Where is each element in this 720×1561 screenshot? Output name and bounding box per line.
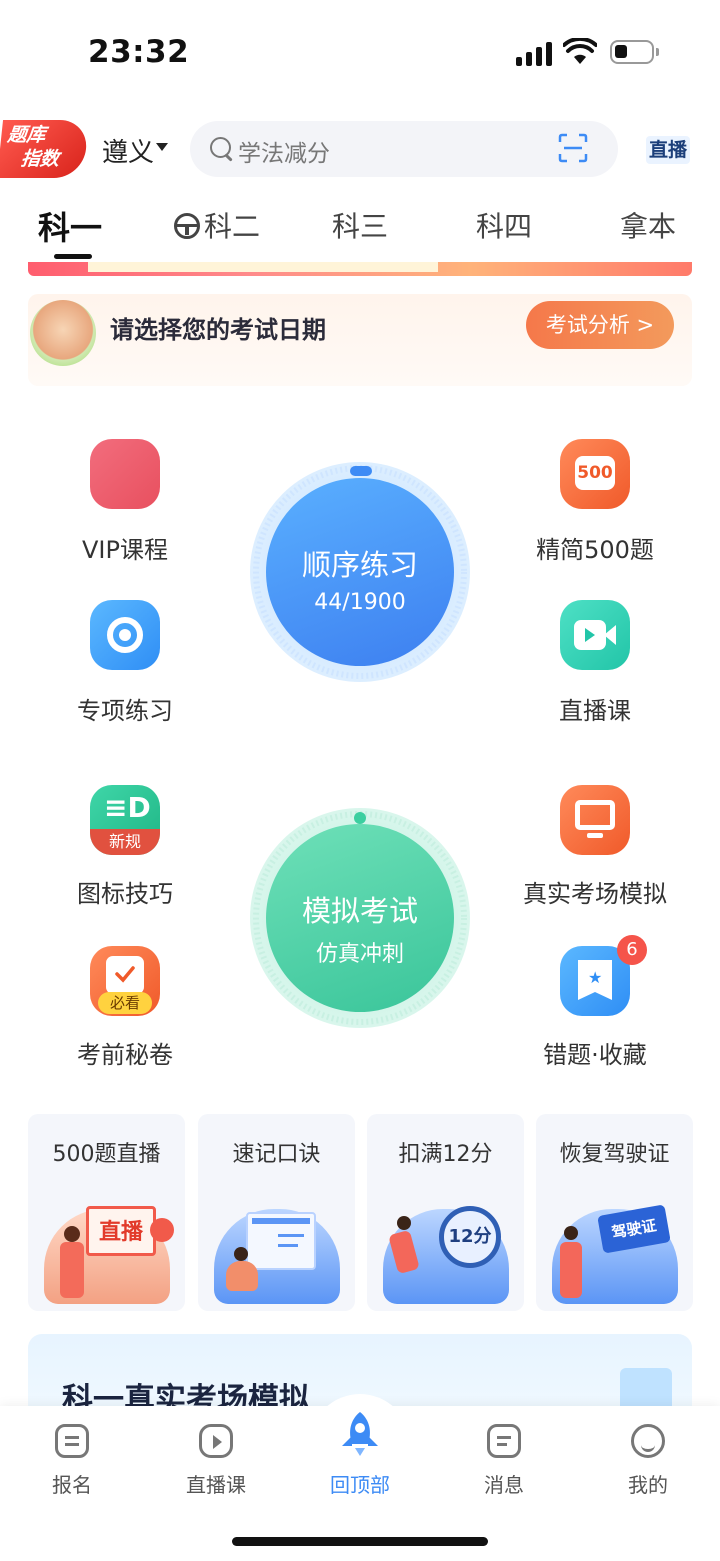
sequential-practice-title: 顺序练习 [301, 548, 418, 582]
tab-ke2[interactable]: 科二 [204, 205, 260, 245]
tab-ke3[interactable]: 科三 [332, 205, 388, 245]
document-board [246, 1212, 316, 1270]
practice-progress-text: 44/1900 [314, 590, 406, 615]
mistakes-count-badge: 6 [617, 935, 647, 965]
battery-icon [610, 40, 659, 64]
home-indicator [232, 1537, 488, 1546]
real-exam-sim-label[interactable]: 真实考场模拟 [495, 874, 695, 909]
exam-analysis-button[interactable]: 考试分析 > [526, 301, 674, 349]
tab-ke4[interactable]: 科四 [476, 205, 532, 245]
nav-back-to-top[interactable]: 回顶部 [310, 1469, 410, 1498]
new-rule-badge: 新规 [90, 829, 160, 855]
city-selector[interactable]: 遵义 [102, 132, 154, 169]
points-12-badge: 12分 [439, 1206, 501, 1268]
live-course-icon[interactable] [560, 600, 630, 670]
nav-messages[interactable]: 消息 [454, 1469, 554, 1498]
live-course-label[interactable]: 直播课 [495, 691, 695, 726]
live-board: 直播 [86, 1206, 156, 1256]
mistakes-favorites-label[interactable]: 错题·收藏 [495, 1035, 695, 1070]
nav-register[interactable]: 报名 [22, 1469, 122, 1498]
star-icon: ★ [588, 968, 603, 987]
pre-exam-secret-label[interactable]: 考前秘卷 [25, 1035, 225, 1070]
active-tab-indicator [54, 254, 92, 259]
question-bank-index-logo[interactable]: 题库 指数 [0, 120, 90, 178]
steering-wheel-icon [174, 213, 200, 239]
card-12-points[interactable]: 扣满12分 12分 [367, 1114, 524, 1311]
status-time: 23:32 [88, 34, 190, 70]
logo-line1: 题库 [6, 124, 47, 146]
pre-exam-secret-icon[interactable]: 必看 [90, 946, 160, 1016]
exam-ring-knob [354, 812, 366, 824]
play-icon [150, 1218, 174, 1242]
mock-exam-subtitle: 仿真冲刺 [315, 942, 404, 967]
rocket-icon[interactable] [336, 1410, 384, 1458]
register-icon[interactable] [55, 1424, 89, 1458]
card-500-live[interactable]: 500题直播 直播 [28, 1114, 185, 1311]
simplified-500-label[interactable]: 精简500题 [495, 530, 695, 565]
mock-exam-button[interactable]: 模拟考试 仿真冲刺 [250, 808, 470, 1028]
card-memory-tips[interactable]: 速记口诀 [198, 1114, 355, 1311]
sign-tips-icon[interactable]: ≡D 新规 [90, 785, 160, 855]
simplified-500-icon[interactable]: 500 [560, 439, 630, 509]
special-practice-label[interactable]: 专项练习 [25, 691, 225, 726]
special-practice-icon[interactable] [90, 600, 160, 670]
sign-tips-label[interactable]: 图标技巧 [25, 874, 225, 909]
card-memory-tips-title: 速记口诀 [232, 1142, 321, 1167]
mock-exam-title: 模拟考试 [301, 894, 418, 928]
nav-live-course[interactable]: 直播课 [166, 1469, 266, 1498]
vip-course-icon[interactable] [90, 439, 160, 509]
logo-line2: 指数 [19, 148, 61, 170]
vip-course-label[interactable]: VIP课程 [25, 530, 225, 565]
live-course-nav-icon[interactable] [199, 1424, 233, 1458]
caret-down-icon[interactable] [156, 143, 168, 151]
live-button[interactable]: 直播 [646, 136, 690, 164]
search-input[interactable]: 学法减分 [238, 134, 330, 168]
real-exam-sim-icon[interactable] [560, 785, 630, 855]
profile-icon[interactable] [631, 1424, 665, 1458]
progress-knob [350, 466, 372, 476]
simplified-500-badge: 500 [575, 456, 615, 490]
signal-icon [516, 42, 554, 66]
sequential-practice-button[interactable]: 顺序练习 44/1900 [250, 462, 470, 682]
exam-date-prompt: 请选择您的考试日期 [110, 316, 326, 344]
wifi-icon [563, 38, 597, 64]
promo-banner[interactable] [28, 262, 692, 276]
card-restore-license-title: 恢复驾驶证 [559, 1142, 670, 1167]
search-icon [210, 137, 231, 158]
tab-naben[interactable]: 拿本 [620, 205, 676, 245]
message-icon[interactable] [487, 1424, 521, 1458]
nav-profile[interactable]: 我的 [598, 1469, 698, 1498]
card-12-points-title: 扣满12分 [398, 1142, 493, 1167]
mascot-avatar [30, 300, 96, 366]
scan-icon[interactable] [558, 133, 588, 163]
must-read-badge: 必看 [98, 992, 152, 1014]
card-restore-license[interactable]: 恢复驾驶证 驾驶证 [536, 1114, 693, 1311]
tab-ke1[interactable]: 科一 [38, 203, 102, 249]
card-500-live-title: 500题直播 [52, 1142, 161, 1167]
